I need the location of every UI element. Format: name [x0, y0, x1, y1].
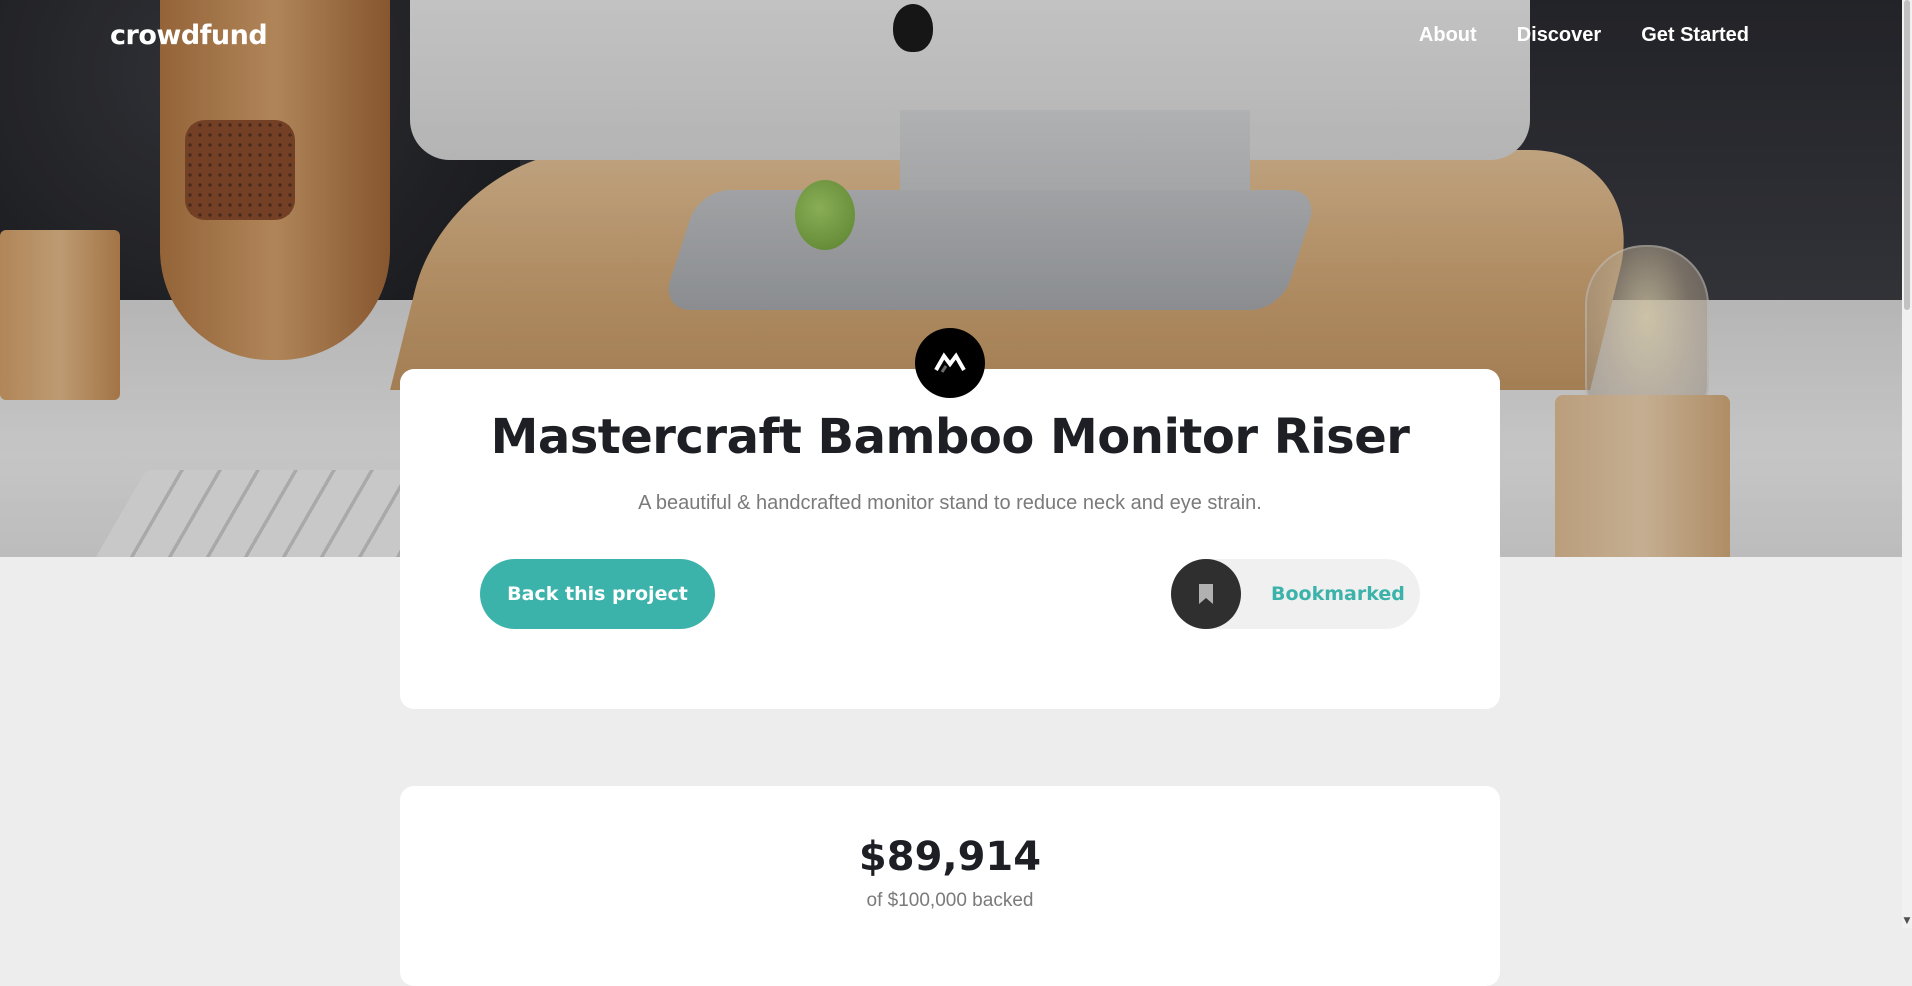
nav-get-started[interactable]: Get Started: [1641, 24, 1749, 47]
amount-backed: $89,914: [858, 834, 1042, 880]
page-scrollbar[interactable]: ▼: [1902, 0, 1912, 928]
project-title: Mastercraft Bamboo Monitor Riser: [490, 409, 1410, 465]
nav-about[interactable]: About: [1419, 24, 1477, 47]
brand-logo[interactable]: crowdfund: [110, 20, 268, 51]
scroll-down-arrow-icon[interactable]: ▼: [1902, 914, 1912, 928]
back-project-button[interactable]: Back this project: [480, 559, 715, 629]
project-intro-card: Mastercraft Bamboo Monitor Riser A beaut…: [400, 369, 1500, 709]
main-nav: About Discover Get Started: [1419, 24, 1749, 47]
scrollbar-thumb[interactable]: [1904, 0, 1910, 310]
goal-text: of $100,000 backed: [866, 890, 1034, 911]
mastercraft-logo-mark: [934, 352, 966, 373]
mastercraft-logo-icon: [915, 328, 985, 398]
bookmark-icon-circle: [1171, 559, 1241, 629]
nav-discover[interactable]: Discover: [1517, 24, 1602, 47]
project-description: A beautiful & handcrafted monitor stand …: [638, 492, 1262, 514]
bookmark-button[interactable]: Bookmarked: [1171, 559, 1420, 629]
bookmark-label: Bookmarked: [1271, 583, 1405, 605]
bookmark-icon: [1199, 584, 1213, 604]
project-stats-card: $89,914 of $100,000 backed: [400, 786, 1500, 986]
